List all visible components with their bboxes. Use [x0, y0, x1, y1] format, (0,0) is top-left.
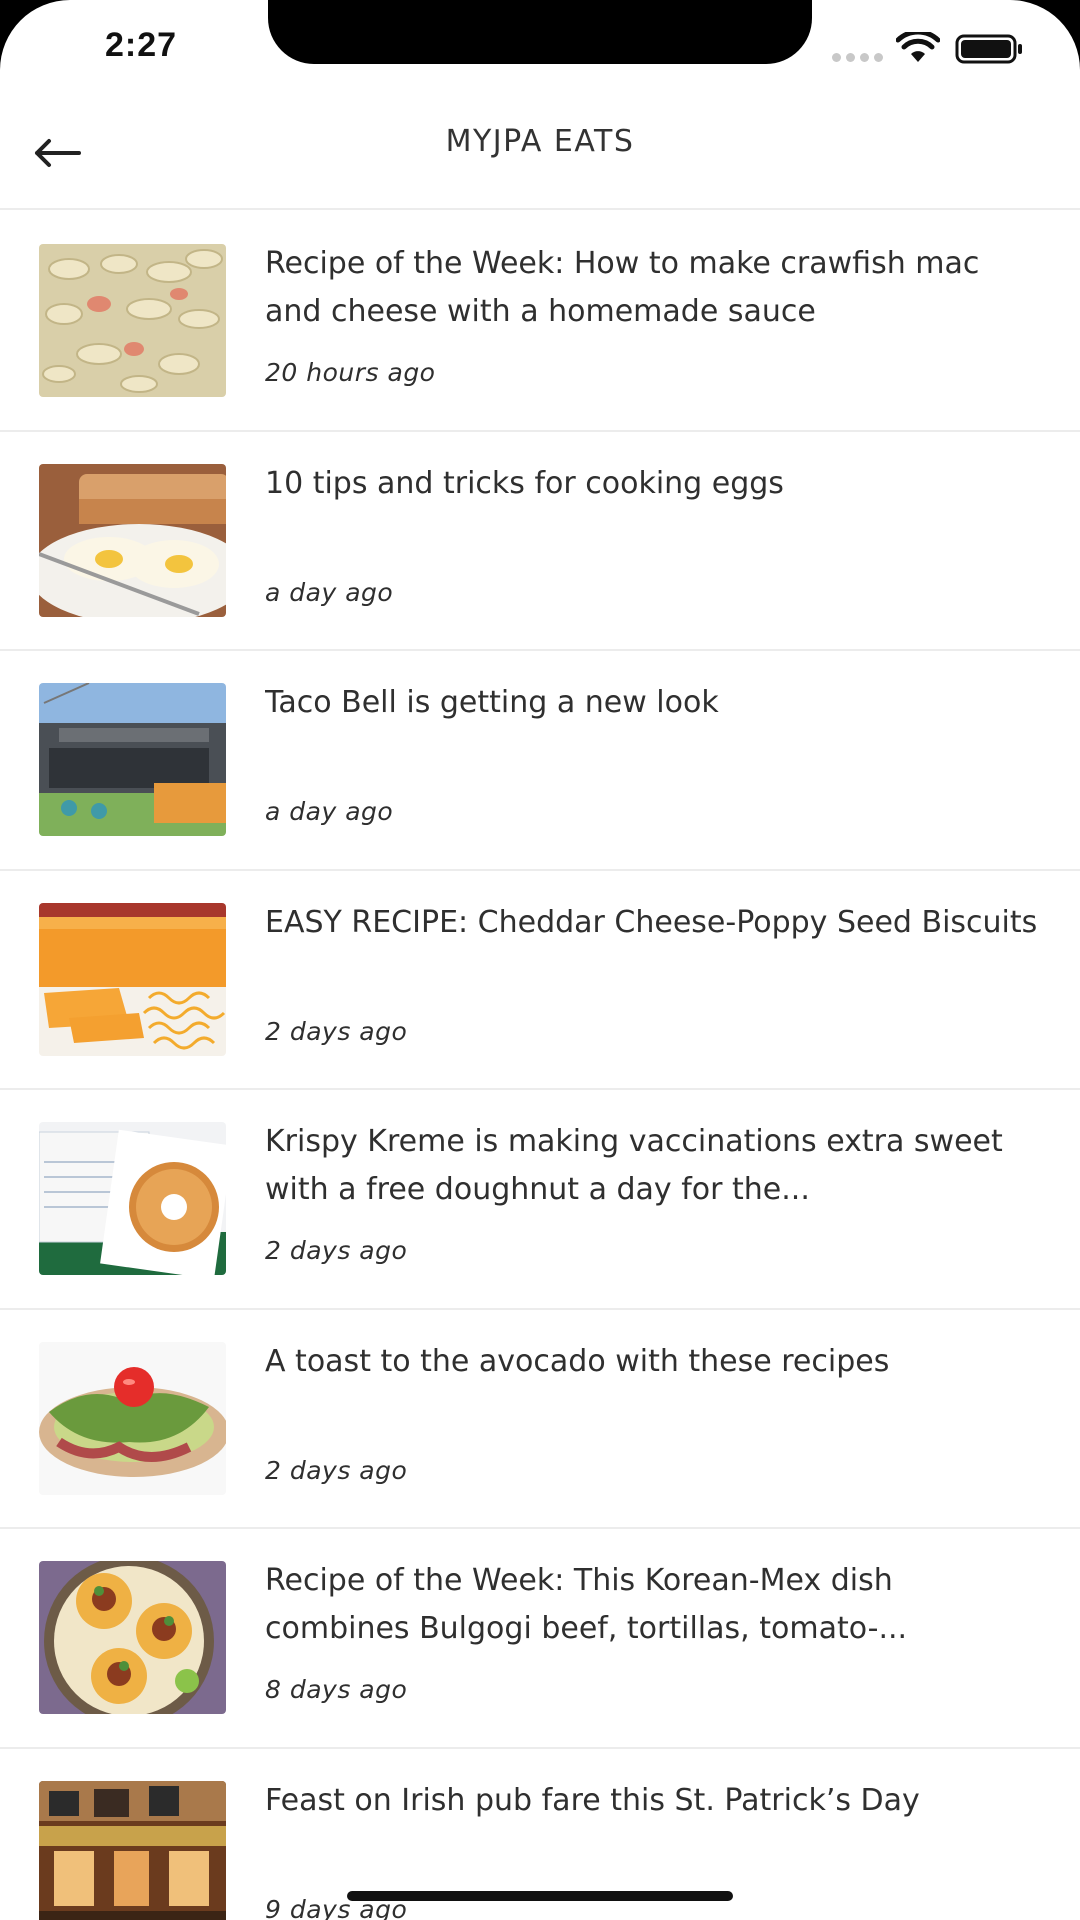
eggs-and-toast-photo — [39, 463, 226, 617]
signal-dots-icon — [832, 53, 883, 62]
article-item[interactable]: Recipe of the Week: This Korean-Mex dish… — [0, 1529, 1080, 1749]
bulgogi-tacos-photo — [39, 1561, 226, 1714]
cheddar-cheese-photo — [39, 902, 226, 1056]
article-item[interactable]: Taco Bell is getting a new look a day ag… — [0, 651, 1080, 871]
mac-and-cheese-photo — [39, 244, 226, 397]
avocado-salad-photo — [39, 1341, 226, 1495]
app-header: MYJPA EATS — [0, 100, 1080, 210]
article-title[interactable]: Krispy Kreme is making vaccinations extr… — [265, 1118, 1045, 1214]
article-title[interactable]: Recipe of the Week: How to make crawfish… — [265, 240, 1045, 336]
home-indicator[interactable] — [347, 1891, 733, 1901]
article-time: 2 days ago — [265, 1236, 408, 1265]
article-item[interactable]: Recipe of the Week: How to make crawfish… — [0, 212, 1080, 432]
article-title[interactable]: Feast on Irish pub fare this St. Patrick… — [265, 1777, 1045, 1825]
phone-screen: 2:27 MYJPA EATS Recipe of the Week: How … — [0, 0, 1080, 1920]
article-time: a day ago — [265, 577, 394, 607]
doughnut-vaccine-card-photo — [39, 1122, 226, 1275]
article-time: a day ago — [265, 797, 394, 826]
article-title[interactable]: EASY RECIPE: Cheddar Cheese-Poppy Seed B… — [265, 899, 1045, 947]
article-title[interactable]: A toast to the avocado with these recipe… — [265, 1338, 1045, 1386]
status-time: 2:27 — [105, 26, 178, 64]
status-bar: 2:27 — [0, 0, 1080, 100]
article-item[interactable]: 10 tips and tricks for cooking eggs a da… — [0, 432, 1080, 651]
page-title: MYJPA EATS — [445, 124, 635, 159]
article-time: 2 days ago — [265, 1455, 408, 1485]
taco-bell-patio-photo — [39, 683, 226, 836]
article-time: 8 days ago — [265, 1675, 408, 1704]
article-item[interactable]: A toast to the avocado with these recipe… — [0, 1310, 1080, 1529]
article-time: 20 hours ago — [265, 358, 436, 387]
article-title[interactable]: 10 tips and tricks for cooking eggs — [265, 460, 1045, 508]
article-time: 2 days ago — [265, 1016, 408, 1046]
notch — [268, 0, 812, 64]
irish-pub-photo — [39, 1780, 226, 1920]
article-title[interactable]: Taco Bell is getting a new look — [265, 679, 1045, 727]
article-item[interactable]: EASY RECIPE: Cheddar Cheese-Poppy Seed B… — [0, 871, 1080, 1090]
wifi-icon — [896, 32, 940, 62]
battery-icon — [955, 34, 1022, 64]
article-item[interactable]: Krispy Kreme is making vaccinations extr… — [0, 1090, 1080, 1310]
article-list: Recipe of the Week: How to make crawfish… — [0, 212, 1080, 1920]
article-title[interactable]: Recipe of the Week: This Korean-Mex dish… — [265, 1557, 1045, 1653]
